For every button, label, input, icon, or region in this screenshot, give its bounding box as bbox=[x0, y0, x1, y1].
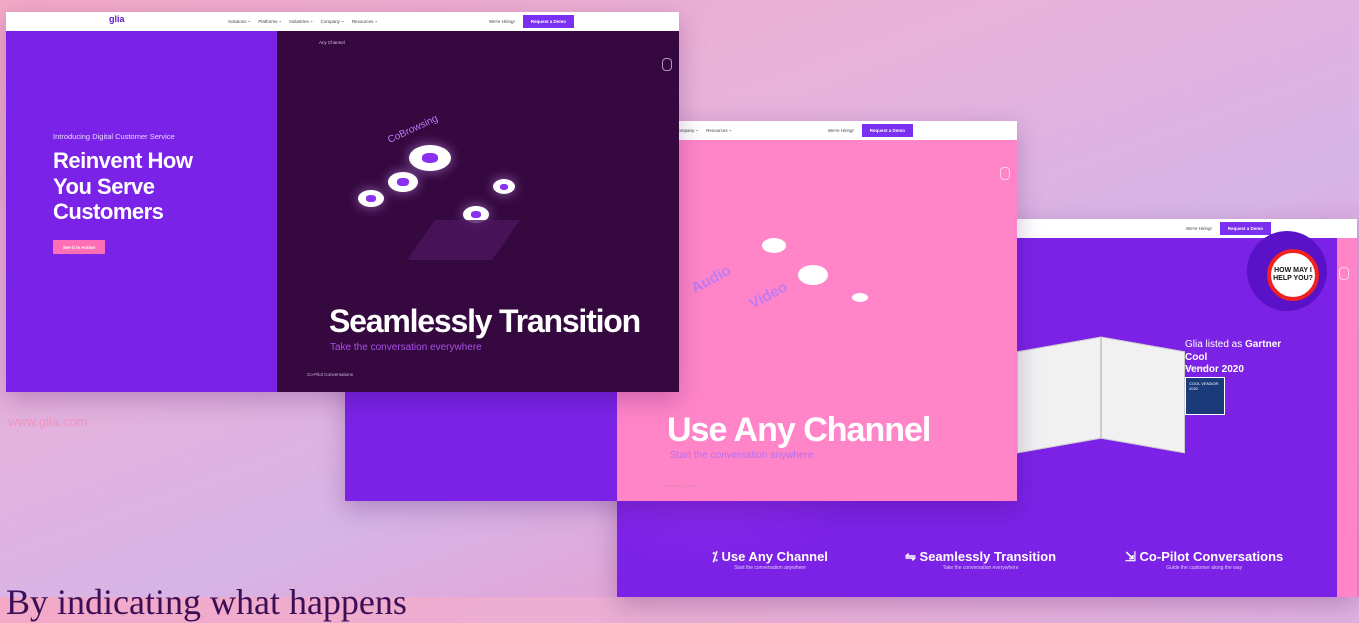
intro-text: Introducing Digital Customer Service bbox=[53, 132, 175, 141]
caption-headline: By indicating what happens bbox=[6, 582, 407, 622]
gartner-caption: 2020 Gartner bbox=[1185, 365, 1209, 370]
pink-edge bbox=[1337, 238, 1357, 597]
section-title: Seamlessly Transition bbox=[329, 303, 641, 339]
feature-co-pilot[interactable]: ⇲ Co-Pilot Conversations Guide the custo… bbox=[1125, 549, 1283, 571]
next-section-link[interactable]: Co-Pilot Conversations bbox=[307, 372, 353, 377]
scroll-indicator-icon[interactable] bbox=[1339, 267, 1349, 280]
report-book-image bbox=[1017, 336, 1187, 454]
nav-item-industries[interactable]: Industries ~ bbox=[289, 19, 312, 24]
audio-bubble-icon bbox=[358, 190, 384, 207]
video-bubble-icon bbox=[388, 172, 418, 192]
nav-hiring-link[interactable]: We're Hiring! bbox=[489, 19, 515, 24]
site-url[interactable]: www.glia.com bbox=[8, 414, 87, 429]
nav-item-solutions[interactable]: Solutions ~ bbox=[228, 19, 250, 24]
section-title: Use Any Channel bbox=[667, 411, 931, 449]
no-sign-icon: HOW MAY I HELP YOU? bbox=[1267, 249, 1319, 301]
see-in-action-button[interactable]: See it in Action bbox=[53, 240, 105, 254]
request-demo-button[interactable]: Request a Demo bbox=[861, 124, 913, 137]
copilot-icon: ⇲ bbox=[1125, 549, 1136, 564]
gartner-badge: COOL VENDOR 2020 bbox=[1185, 377, 1225, 415]
gartner-text: Glia listed as Gartner Cool Vendor 2020 bbox=[1185, 339, 1282, 375]
nav-item-resources[interactable]: Resources ~ bbox=[706, 128, 731, 133]
audio-chip-icon bbox=[762, 238, 786, 253]
hero-heading: Reinvent How You Serve Customers bbox=[53, 148, 193, 225]
help-badge: HOW MAY I HELP YOU? bbox=[1247, 231, 1327, 311]
screenshot-1: Solutions ~ Platforms ~ Industries ~ Com… bbox=[6, 12, 679, 392]
breadcrumb[interactable]: Any Channel bbox=[319, 40, 345, 45]
section-subtitle: Take the conversation everywhere bbox=[330, 342, 482, 353]
request-demo-button[interactable]: Request a Demo bbox=[522, 15, 574, 28]
request-demo-button[interactable]: Request a Demo bbox=[1219, 222, 1271, 235]
nav-item-platforms[interactable]: Platforms ~ bbox=[258, 19, 281, 24]
chat-chip-icon bbox=[852, 293, 868, 302]
channel-icon: ⁒ bbox=[712, 549, 718, 564]
feature-use-any-channel[interactable]: ⁒ Use Any Channel Start the conversation… bbox=[712, 549, 828, 571]
section-subtitle: Start the conversation anywhere bbox=[670, 450, 814, 461]
transition-icon: ⇋ bbox=[905, 549, 916, 564]
nav-item-resources[interactable]: Resources ~ bbox=[352, 19, 377, 24]
video-chip-icon bbox=[798, 265, 828, 285]
nav-hiring-link[interactable]: We're Hiring! bbox=[1186, 226, 1212, 231]
nav-hiring-link[interactable]: We're Hiring! bbox=[828, 128, 854, 133]
cobrowse-bubble-icon bbox=[409, 145, 451, 171]
scroll-indicator-icon[interactable] bbox=[662, 58, 672, 71]
top-nav: Solutions ~ Platforms ~ Industries ~ Com… bbox=[6, 12, 679, 31]
glia-logo[interactable]: glia bbox=[109, 14, 125, 24]
next-section-link[interactable]: Seamlessly Transition bbox=[661, 483, 700, 488]
chart-bubble-icon bbox=[493, 179, 515, 194]
feature-seamlessly-transition[interactable]: ⇋ Seamlessly Transition Take the convers… bbox=[905, 549, 1056, 571]
scroll-indicator-icon[interactable] bbox=[1000, 167, 1010, 180]
nav-item-company[interactable]: Company ~ bbox=[321, 19, 344, 24]
